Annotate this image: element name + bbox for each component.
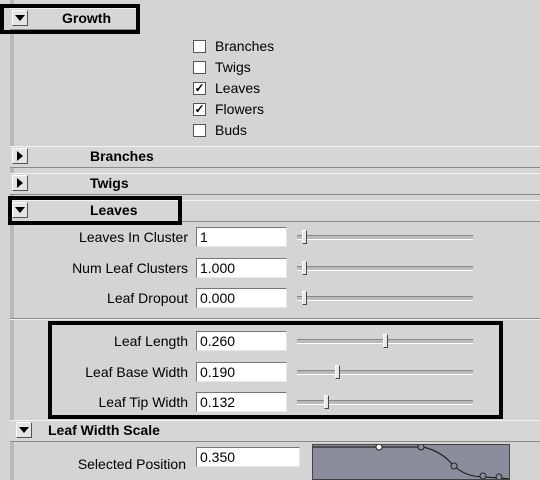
section-title-twigs: Twigs [90, 175, 129, 191]
checkbox-buds[interactable]: Buds [193, 120, 247, 140]
checkbox-leaves[interactable]: ✓ Leaves [193, 78, 260, 98]
section-header-leaves-fill [178, 200, 540, 222]
slider-thumb[interactable] [383, 334, 388, 348]
leaf-width-scale-curve-graph[interactable] [312, 444, 510, 480]
section-title-leaves: Leaves [90, 202, 138, 218]
input-leaf-tip-width[interactable]: 0.132 [196, 392, 287, 412]
section-header-leaf-width-scale[interactable]: Leaf Width Scale [10, 420, 540, 442]
checkbox-label-leaves: Leaves [215, 80, 261, 96]
curve-point[interactable] [450, 462, 458, 470]
section-header-branches[interactable]: Branches [10, 146, 540, 168]
slider-num-leaf-clusters[interactable] [297, 261, 473, 275]
slider-thumb[interactable] [302, 261, 307, 275]
slider-leaves-in-cluster[interactable] [297, 230, 473, 244]
input-leaf-length[interactable]: 0.260 [196, 331, 287, 351]
label-leaf-tip-width: Leaf Tip Width [98, 394, 189, 410]
checkbox-box[interactable] [193, 123, 206, 137]
section-title-branches: Branches [90, 148, 154, 164]
input-num-leaf-clusters[interactable]: 1.000 [196, 258, 287, 278]
label-leaf-dropout: Leaf Dropout [107, 290, 188, 306]
checkbox-flowers[interactable]: ✓ Flowers [193, 99, 264, 119]
curve-point[interactable] [495, 473, 503, 480]
slider-thumb[interactable] [302, 230, 307, 244]
input-leaves-in-cluster[interactable]: 1 [196, 227, 287, 247]
slider-leaf-length[interactable] [297, 334, 473, 348]
slider-leaf-base-width[interactable] [297, 365, 473, 379]
checkbox-branches[interactable]: Branches [193, 36, 274, 56]
label-selected-position: Selected Position [77, 456, 186, 472]
label-num-leaf-clusters: Num Leaf Clusters [72, 260, 188, 276]
checkbox-label-buds: Buds [215, 122, 247, 138]
expand-arrow-down-icon[interactable] [12, 10, 28, 26]
slider-thumb[interactable] [335, 365, 340, 379]
curve-svg [313, 445, 509, 480]
label-leaf-base-width: Leaf Base Width [85, 364, 188, 380]
checkbox-box[interactable]: ✓ [193, 81, 206, 95]
curve-point[interactable] [479, 472, 487, 479]
section-header-twigs[interactable]: Twigs [10, 173, 540, 195]
curve-point[interactable] [417, 445, 425, 451]
section-title-growth: Growth [62, 10, 111, 26]
expand-arrow-right-icon[interactable] [12, 148, 28, 164]
checkbox-label-twigs: Twigs [215, 59, 251, 75]
slider-leaf-tip-width[interactable] [297, 395, 473, 409]
checkbox-box[interactable] [193, 60, 206, 74]
checkbox-box[interactable]: ✓ [193, 102, 206, 116]
slider-thumb[interactable] [324, 395, 329, 409]
checkbox-twigs[interactable]: Twigs [193, 57, 251, 77]
label-leaf-length: Leaf Length [114, 333, 188, 349]
section-header-growth[interactable]: Growth [10, 8, 136, 30]
input-leaf-base-width[interactable]: 0.190 [196, 362, 287, 382]
expand-arrow-down-icon[interactable] [12, 202, 28, 218]
section-title-leaf-width-scale: Leaf Width Scale [48, 422, 160, 438]
slider-leaf-dropout[interactable] [297, 291, 473, 305]
section-header-leaves[interactable]: Leaves [10, 200, 178, 222]
input-leaf-dropout[interactable]: 0.000 [196, 288, 287, 308]
input-selected-position[interactable]: 0.350 [196, 447, 300, 467]
checkbox-label-flowers: Flowers [215, 101, 265, 117]
checkbox-box[interactable] [193, 39, 206, 53]
label-leaves-in-cluster: Leaves In Cluster [79, 229, 188, 245]
expand-arrow-down-icon[interactable] [16, 422, 32, 438]
curve-point[interactable] [375, 445, 383, 451]
group-divider [10, 318, 540, 320]
expand-arrow-right-icon[interactable] [12, 175, 28, 191]
slider-thumb[interactable] [302, 291, 307, 305]
checkbox-label-branches: Branches [215, 38, 275, 54]
